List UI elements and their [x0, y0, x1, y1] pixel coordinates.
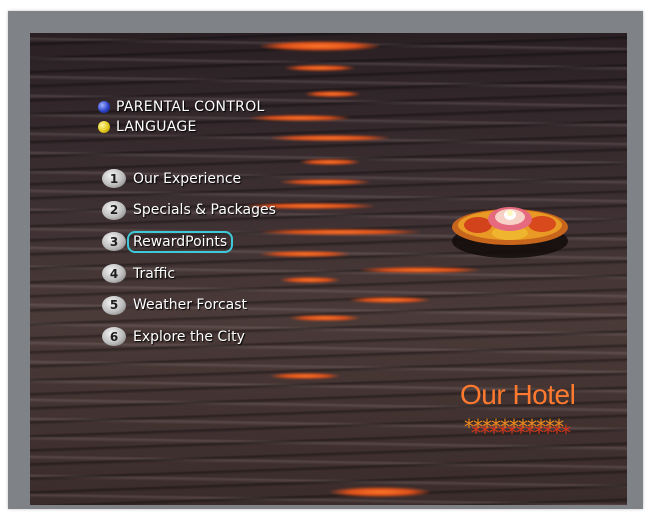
- hotel-title: Our Hotel: [460, 379, 576, 410]
- reflection-glint: [330, 487, 430, 497]
- reflection-glint: [350, 297, 430, 303]
- reflection-glint: [260, 229, 420, 235]
- language-label: LANGUAGE: [116, 119, 197, 135]
- language-option[interactable]: LANGUAGE: [98, 117, 265, 137]
- tv-frame: PARENTAL CONTROL LANGUAGE 1 Our Experien…: [8, 11, 643, 509]
- number-badge-icon: 4: [102, 264, 126, 284]
- number-badge-icon: 3: [102, 232, 126, 252]
- reflection-glint: [250, 115, 350, 121]
- parental-control-option[interactable]: PARENTAL CONTROL: [98, 97, 265, 117]
- menu-item-explore-the-city[interactable]: 6 Explore the City: [102, 321, 276, 353]
- blue-button-icon: [98, 101, 110, 113]
- menu-item-label: Weather Forcast: [133, 297, 248, 314]
- number-badge-icon: 2: [102, 200, 126, 220]
- menu-item-reward-points[interactable]: 3 RewardPoints: [102, 226, 276, 258]
- number-badge-icon: 6: [102, 327, 126, 347]
- menu-item-label: Our Experience: [133, 170, 242, 187]
- menu-item-label: Specials & Packages: [133, 202, 276, 219]
- number-badge-icon: 1: [102, 169, 126, 189]
- parental-control-label: PARENTAL CONTROL: [116, 99, 265, 115]
- remote-options: PARENTAL CONTROL LANGUAGE: [98, 97, 265, 137]
- number-badge-icon: 5: [102, 295, 126, 315]
- reflection-glint: [280, 277, 340, 283]
- reflection-glint: [360, 267, 480, 273]
- reflection-glint: [285, 65, 355, 71]
- reflection-glint: [260, 41, 380, 51]
- menu-item-label: Traffic: [133, 265, 176, 282]
- reflection-glint: [290, 315, 360, 321]
- reflection-glint: [305, 91, 360, 97]
- menu-item-specials-packages[interactable]: 2 Specials & Packages: [102, 195, 276, 227]
- reflection-glint: [300, 159, 360, 165]
- reflection-glint: [270, 135, 390, 141]
- menu-item-our-experience[interactable]: 1 Our Experience: [102, 163, 276, 195]
- reflection-glint: [270, 373, 340, 379]
- hotel-tv-screen: PARENTAL CONTROL LANGUAGE 1 Our Experien…: [30, 33, 627, 505]
- menu-item-weather-forcast[interactable]: 5 Weather Forcast: [102, 289, 276, 321]
- menu-item-traffic[interactable]: 4 Traffic: [102, 258, 276, 290]
- rating-stars: ***********: [464, 415, 564, 439]
- menu-item-label: Explore the City: [133, 328, 245, 345]
- main-menu: 1 Our Experience 2 Specials & Packages 3…: [102, 163, 276, 353]
- menu-item-label: RewardPoints: [127, 230, 234, 253]
- yellow-button-icon: [98, 121, 110, 133]
- floating-candle-icon: [452, 207, 568, 258]
- reflection-glint: [280, 179, 370, 185]
